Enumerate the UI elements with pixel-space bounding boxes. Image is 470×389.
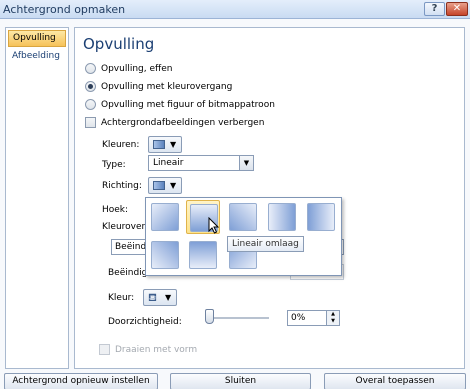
direction-option-linear-right[interactable] [265,200,299,234]
gradient-swatch-icon [153,140,165,149]
reset-background-button[interactable]: Achtergrond opnieuw instellen [4,373,158,389]
close-button[interactable]: Sluiten [170,373,311,389]
transparency-slider-track[interactable] [205,317,269,319]
label-picture-fill: Opvulling met figuur of bitmappatroon [101,100,275,110]
transparency-spinner[interactable]: 0% ▲ ▼ [287,310,340,326]
gradient-preview [189,241,217,269]
chevron-down-icon: ▼ [165,293,172,302]
label-transparency: Doorzichtigheid: [108,317,182,327]
option-gradient-fill[interactable]: Opvulling met kleurovergang [75,81,455,95]
nav-item-picture[interactable]: Afbeelding [8,49,66,66]
direction-option-linear-left[interactable] [304,200,338,234]
direction-option-diag-down-left[interactable] [226,200,260,234]
transparency-slider-thumb[interactable] [205,309,214,324]
gradient-preview [151,203,179,231]
spinner-arrows[interactable]: ▲ ▼ [326,311,339,325]
colors-picker-button[interactable]: ▼ [148,136,182,153]
gradient-preview [307,203,335,231]
label-hide-background: Achtergrondafbeeldingen verbergen [101,118,265,128]
chevron-down-icon[interactable]: ▼ [239,156,253,170]
apply-to-all-button[interactable]: Overal toepassen [324,373,466,389]
spin-up-icon[interactable]: ▲ [327,311,339,318]
spin-down-icon[interactable]: ▼ [327,318,339,325]
label-solid-fill: Opvulling, effen [101,64,173,74]
transparency-value: 0% [291,313,306,323]
label-color: Kleur: [108,293,135,303]
option-hide-background[interactable]: Achtergrondafbeeldingen verbergen [75,117,455,131]
label-angle: Hoek: [102,205,129,215]
gradient-stop-value: Beëind [115,242,147,252]
type-value: Lineair [153,158,184,168]
mouse-cursor-icon [208,217,219,234]
radio-picture-fill[interactable] [85,99,96,110]
close-window-button[interactable]: ✕ [446,2,468,16]
direction-option-diag-up-right[interactable] [148,238,182,272]
gradient-preview [268,203,296,231]
radio-solid-fill[interactable] [85,63,96,74]
pane-title: Opvulling [83,35,155,53]
window-title: Achtergrond opmaken [3,3,126,16]
direction-option-diag-down-right[interactable] [148,200,182,234]
checkbox-rotate-with-shape[interactable] [99,344,110,355]
label-type: Type: [102,160,126,170]
label-rotate-with-shape: Draaien met vorm [115,345,198,355]
option-solid-fill[interactable]: Opvulling, effen [75,63,455,77]
option-picture-fill[interactable]: Opvulling met figuur of bitmappatroon [75,99,455,113]
direction-picker-button[interactable]: ▼ [148,177,182,194]
category-nav: Opvulling Afbeelding [5,27,69,369]
gradient-preview [151,241,179,269]
label-gradient-fill: Opvulling met kleurovergang [101,82,233,92]
chevron-down-icon: ▼ [170,140,177,149]
color-picker-button[interactable]: ⛾ ▼ [143,289,177,306]
checkbox-hide-background[interactable] [85,117,96,128]
gradient-preview [229,203,257,231]
paint-bucket-icon: ⛾ [148,291,157,304]
direction-option-linear-up[interactable] [186,238,220,272]
direction-tooltip: Lineair omlaag [227,236,304,252]
type-select[interactable]: Lineair ▼ [148,155,254,171]
option-rotate-with-shape[interactable]: Draaien met vorm [75,344,275,358]
label-colors: Kleuren: [102,140,140,150]
title-bar: Achtergrond opmaken ? ✕ [0,0,470,19]
chevron-down-icon: ▼ [170,181,177,190]
direction-swatch-icon [153,181,165,190]
radio-gradient-fill[interactable] [85,81,96,92]
label-direction: Richting: [102,181,142,191]
label-end-position: Beëindig [108,268,148,278]
nav-item-fill[interactable]: Opvulling [8,30,66,47]
help-button[interactable]: ? [424,2,445,16]
